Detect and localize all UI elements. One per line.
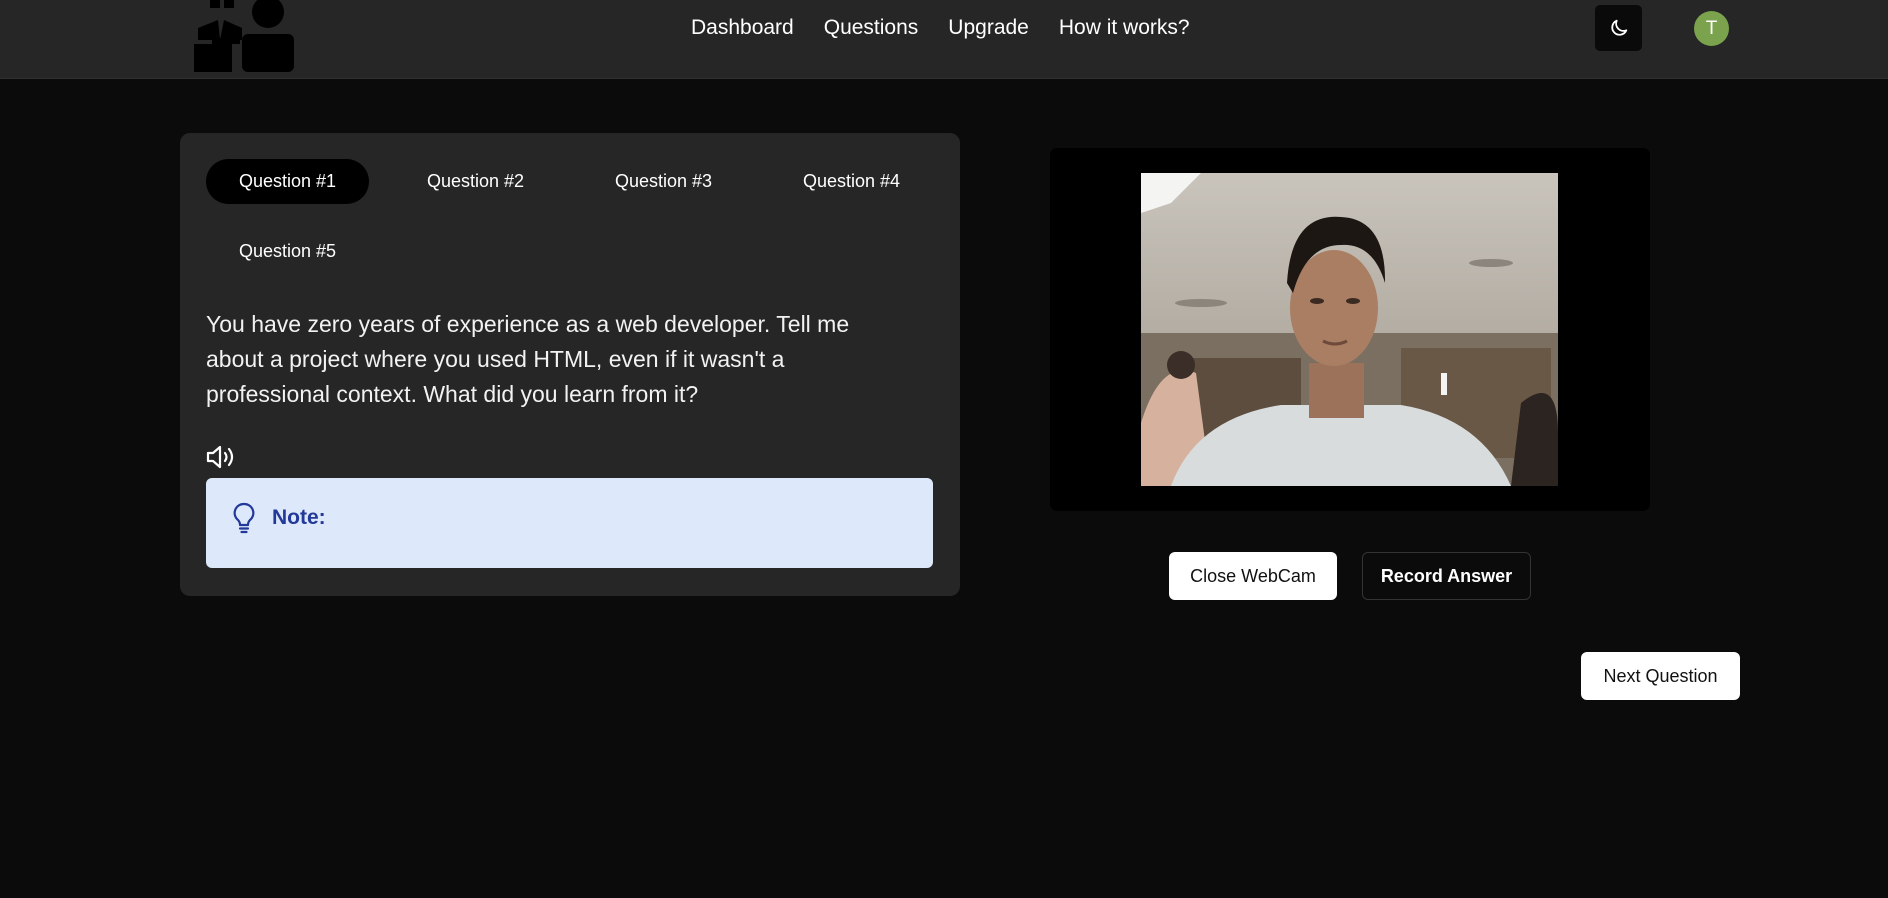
webcam-frame: [1050, 148, 1650, 511]
main-nav: Dashboard Questions Upgrade How it works…: [691, 0, 1220, 56]
note-label: Note:: [272, 506, 326, 529]
speaker-icon[interactable]: [206, 444, 236, 470]
theme-toggle-button[interactable]: [1595, 5, 1642, 51]
tab-question-3[interactable]: Question #3: [582, 159, 745, 204]
lightbulb-icon: [233, 502, 255, 534]
moon-icon: [1610, 19, 1627, 36]
tab-question-1[interactable]: Question #1: [206, 159, 369, 204]
tab-question-5[interactable]: Question #5: [206, 229, 369, 274]
record-answer-button[interactable]: Record Answer: [1362, 552, 1531, 600]
close-webcam-button[interactable]: Close WebCam: [1169, 552, 1337, 600]
logo[interactable]: [190, 0, 296, 72]
next-question-button[interactable]: Next Question: [1581, 652, 1740, 700]
question-text: You have zero years of experience as a w…: [206, 311, 850, 407]
tab-question-2[interactable]: Question #2: [394, 159, 557, 204]
top-navbar: Dashboard Questions Upgrade How it works…: [0, 0, 1888, 79]
nav-questions[interactable]: Questions: [824, 16, 919, 40]
nav-how-it-works[interactable]: How it works?: [1059, 16, 1190, 40]
question-card: Question #1 Question #2 Question #3 Ques…: [180, 133, 960, 596]
tab-question-4[interactable]: Question #4: [770, 159, 933, 204]
nav-upgrade[interactable]: Upgrade: [948, 16, 1029, 40]
user-avatar[interactable]: T: [1694, 11, 1729, 46]
nav-dashboard[interactable]: Dashboard: [691, 16, 794, 40]
note-box: Note:: [206, 478, 933, 568]
webcam-feed: [1141, 173, 1558, 486]
